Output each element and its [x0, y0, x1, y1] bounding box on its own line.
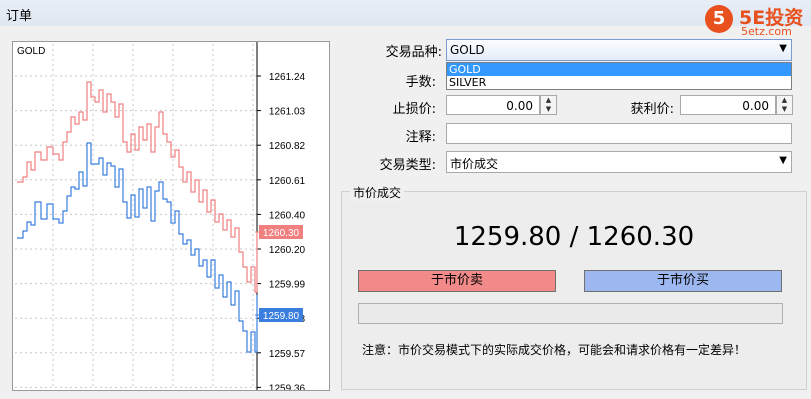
price-tick-label: 1259.57	[269, 349, 306, 360]
tick-chart-svg: GOLD 1261.24 1261.03 1260.82 1260.61 1260.40 1…	[15, 42, 306, 390]
chevron-down-icon: ▼	[779, 43, 787, 54]
group-title: 市价成交	[350, 184, 405, 201]
symbol-option-silver[interactable]: SILVER	[447, 76, 791, 89]
market-execution-group: 市价成交 1259.80 / 1260.30 于市价卖 于市价买 注意：市价交易…	[341, 184, 807, 390]
take-profit-label: 获利价:	[630, 102, 674, 117]
volume-label: 手数:	[405, 75, 436, 90]
symbol-dropdown-list: GOLD SILVER	[446, 62, 792, 90]
symbol-select-value: GOLD	[450, 43, 485, 57]
take-profit-spinner[interactable]: ▲ ▼	[776, 95, 793, 115]
market-note: 注意：市价交易模式下的实际成交价格，可能会和请求价格有一定差异！	[362, 343, 747, 357]
tick-chart: GOLD 1261.24 1261.03 1260.82 1260.61 1260.40 1…	[12, 41, 330, 391]
symbol-label: 交易品种:	[385, 45, 442, 60]
price-tick-label: 1259.99	[269, 280, 306, 291]
stop-loss-value: 0.00	[506, 99, 533, 113]
stop-loss-label: 止损价:	[392, 102, 436, 117]
window-title: 订单	[6, 9, 33, 24]
title-bar: 订单	[0, 0, 811, 26]
comment-label: 注释:	[405, 130, 436, 145]
ask-price-marker-label: 1260.30	[263, 228, 300, 239]
logo-icon: 5	[705, 5, 733, 33]
stop-loss-input[interactable]: 0.00	[446, 95, 540, 115]
bid-price-marker-label: 1259.80	[263, 311, 300, 322]
symbol-select[interactable]: GOLD ▼	[446, 39, 792, 61]
take-profit-input[interactable]: 0.00	[680, 95, 776, 115]
price-tick-label: 1260.61	[269, 176, 306, 187]
take-profit-value: 0.00	[742, 99, 769, 113]
price-tick-label: 1260.20	[269, 245, 306, 256]
price-tick-label: 1261.03	[269, 107, 306, 118]
stop-loss-spinner[interactable]: ▲ ▼	[540, 95, 557, 115]
sell-by-market-button[interactable]: 于市价卖	[358, 270, 556, 292]
bid-ask-quote: 1259.80 / 1260.30	[453, 222, 695, 252]
price-tick-label: 1259.36	[269, 383, 306, 390]
watermark-logo: 5 5E投资 5etz.com	[705, 3, 811, 38]
symbol-option-gold[interactable]: GOLD	[447, 63, 791, 76]
price-tick-label: 1260.82	[269, 141, 306, 152]
price-tick-label: 1261.24	[269, 72, 306, 83]
price-tick-label: 1260.40	[269, 210, 306, 221]
status-bar	[358, 303, 783, 324]
chevron-down-icon: ▼	[779, 155, 787, 166]
order-type-label: 交易类型:	[379, 158, 436, 173]
logo-site: 5etz.com	[741, 25, 792, 38]
order-type-select[interactable]: 市价成交 ▼	[446, 151, 792, 173]
comment-input[interactable]	[446, 123, 792, 144]
order-type-value: 市价成交	[450, 157, 499, 171]
buy-by-market-button[interactable]: 于市价买	[584, 270, 782, 292]
chart-symbol-label: GOLD	[17, 46, 45, 57]
